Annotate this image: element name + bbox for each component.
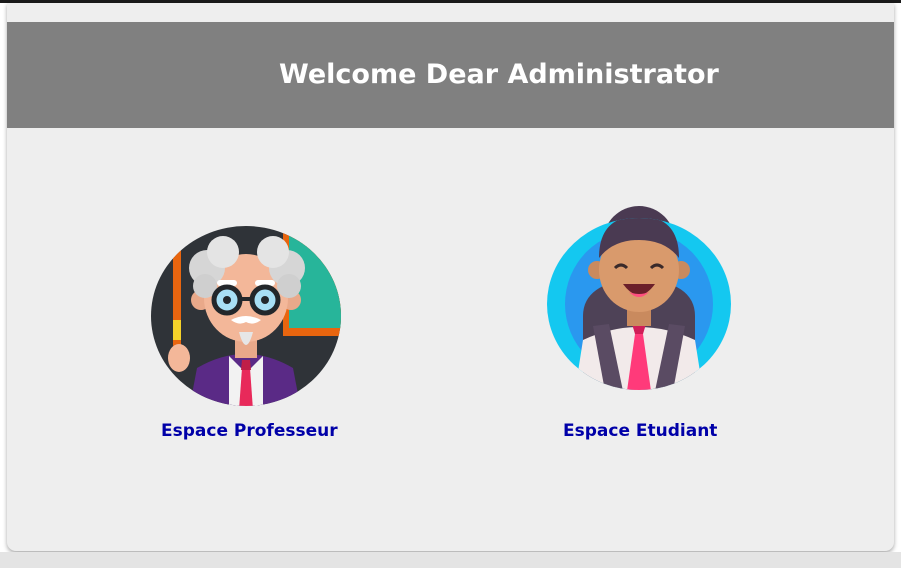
student-space-label[interactable]: Espace Etudiant: [563, 421, 717, 441]
admin-panel: Welcome Dear Administrator Espace Profes…: [7, 3, 894, 551]
student-space-link[interactable]: [545, 206, 733, 391]
window-bottom-edge: [0, 552, 901, 568]
professor-space-link[interactable]: [149, 208, 345, 410]
page-header: Welcome Dear Administrator: [7, 22, 894, 128]
page-title: Welcome Dear Administrator: [279, 59, 719, 90]
professor-avatar-icon: [151, 226, 341, 406]
student-avatar-icon: [547, 206, 731, 390]
professor-space-label[interactable]: Espace Professeur: [161, 421, 338, 441]
